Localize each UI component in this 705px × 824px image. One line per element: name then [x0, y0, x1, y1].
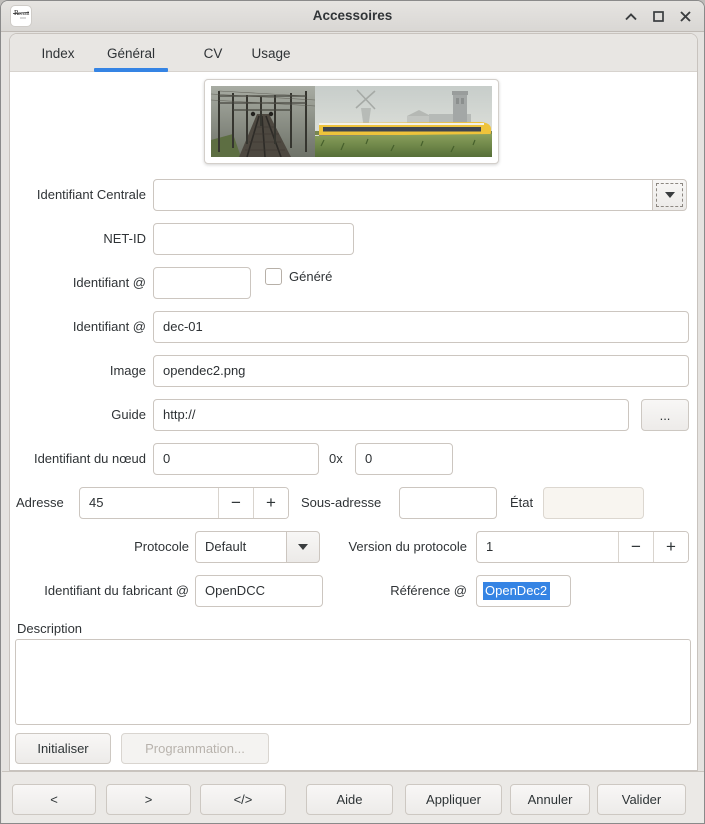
train-photo	[211, 86, 492, 157]
tab-bar: Index Général CV Usage	[10, 34, 697, 72]
prev-button[interactable]: <	[12, 784, 96, 815]
selected-text: OpenDec2	[483, 582, 550, 600]
fabricant-label: Identifiant du fabricant @	[15, 581, 189, 601]
chevron-down-icon	[665, 192, 675, 198]
tab-index[interactable]: Index	[28, 34, 88, 72]
image-label: Image	[15, 361, 146, 381]
identifiant-centrale-dropdown-button[interactable]	[652, 179, 687, 211]
aide-button[interactable]: Aide	[306, 784, 393, 815]
titlebar[interactable]: R ocrail Accessoires	[1, 1, 704, 32]
node-hex-label: 0x	[329, 449, 351, 469]
adresse-decrement-button[interactable]: −	[218, 488, 253, 518]
identifiant-label: Identifiant @	[15, 317, 146, 337]
genere-checkbox[interactable]	[265, 268, 282, 285]
sous-adresse-label: Sous-adresse	[301, 493, 391, 513]
version-decrement-button[interactable]: −	[618, 532, 653, 562]
minimize-icon[interactable]	[624, 10, 638, 24]
net-id-label: NET-ID	[15, 229, 146, 249]
window-title: Accessoires	[1, 8, 704, 23]
description-textarea[interactable]	[15, 639, 691, 725]
initialiser-button[interactable]: Initialiser	[15, 733, 111, 764]
identifiant-short-input[interactable]	[153, 267, 251, 299]
net-id-input[interactable]	[153, 223, 354, 255]
accessoires-dialog: R ocrail Accessoires Index Général CV Us	[0, 0, 705, 824]
version-spinner: 1 − +	[476, 531, 689, 563]
etat-input	[543, 487, 644, 519]
tab-general[interactable]: Général	[98, 34, 164, 72]
tab-cv[interactable]: CV	[186, 34, 240, 72]
fabricant-input[interactable]: OpenDCC	[195, 575, 323, 607]
sous-adresse-input[interactable]	[399, 487, 497, 519]
version-input[interactable]: 1	[477, 532, 618, 562]
etat-label: État	[510, 493, 538, 513]
image-input[interactable]: opendec2.png	[153, 355, 689, 387]
node-id-input[interactable]: 0	[153, 443, 319, 475]
valider-button[interactable]: Valider	[597, 784, 686, 815]
adresse-input[interactable]: 45	[80, 488, 218, 518]
annuler-button[interactable]: Annuler	[510, 784, 590, 815]
appliquer-button[interactable]: Appliquer	[405, 784, 502, 815]
identifiant-input[interactable]: dec-01	[153, 311, 689, 343]
protocole-select[interactable]: Default	[195, 531, 287, 563]
protocole-label: Protocole	[101, 537, 189, 557]
xml-button[interactable]: </>	[200, 784, 286, 815]
guide-label: Guide	[15, 405, 146, 425]
guide-browse-button[interactable]: ...	[641, 399, 689, 431]
chevron-down-icon	[298, 544, 308, 550]
tab-usage[interactable]: Usage	[240, 34, 302, 72]
version-label: Version du protocole	[331, 537, 467, 557]
node-id-label: Identifiant du nœud	[11, 449, 146, 469]
programmation-button: Programmation...	[121, 733, 269, 764]
reference-label: Référence @	[381, 581, 467, 601]
close-icon[interactable]	[678, 10, 692, 24]
identifiant-centrale-label: Identifiant Centrale	[15, 185, 146, 205]
version-increment-button[interactable]: +	[653, 532, 688, 562]
node-hex-input[interactable]: 0	[355, 443, 453, 475]
identifiant-short-label: Identifiant @	[15, 273, 146, 293]
dialog-footer: < > </> Aide Appliquer Annuler Valider	[2, 771, 705, 824]
guide-input[interactable]: http://	[153, 399, 629, 431]
accessory-image-preview	[204, 79, 499, 164]
maximize-icon[interactable]	[651, 10, 665, 24]
adresse-spinner: 45 − +	[79, 487, 289, 519]
protocole-dropdown-button[interactable]	[286, 531, 320, 563]
adresse-increment-button[interactable]: +	[253, 488, 288, 518]
next-button[interactable]: >	[106, 784, 191, 815]
active-tab-indicator	[94, 68, 168, 72]
window-controls	[624, 1, 692, 32]
reference-input[interactable]: OpenDec2	[476, 575, 571, 607]
genere-label: Généré	[289, 267, 349, 287]
adresse-label: Adresse	[16, 493, 74, 513]
identifiant-centrale-input[interactable]	[153, 179, 653, 211]
description-label: Description	[17, 619, 137, 639]
